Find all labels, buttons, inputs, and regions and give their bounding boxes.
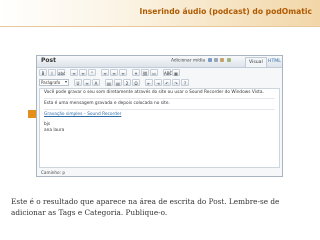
content-paragraph: Você pode gravar o seu som diretamente a… (44, 90, 264, 95)
media-icon[interactable] (226, 58, 231, 62)
paste-text-button[interactable]: ▤ (105, 79, 113, 86)
bullet-marker (28, 110, 36, 118)
audio-link[interactable]: Gravação simples – Sound Recorder (44, 112, 275, 118)
slide-title: Inserindo áudio (podcast) do podOmatic (139, 7, 312, 16)
editor-title: Post (41, 57, 56, 64)
outdent-button[interactable]: ⇤ (145, 79, 153, 86)
audio-icon[interactable] (220, 58, 225, 62)
strikethrough-button[interactable]: abc (57, 69, 65, 76)
toolbar-row-2: Parágrafo U ≡ A ▤ ▤ 2 Ω ⇤ ⇥ ↶ ↷ ? (39, 78, 280, 87)
italic-button[interactable]: I (48, 69, 56, 76)
numbered-list-button[interactable]: ≡ (79, 69, 87, 76)
more-tag-button[interactable]: ▭ (150, 69, 158, 76)
remove-format-button[interactable]: 2 (123, 79, 131, 86)
paragraph-divider (44, 98, 275, 99)
content-paragraph: Esta é uma mensagem gravada e depois col… (44, 101, 170, 106)
image-icon[interactable] (207, 58, 212, 62)
bullet-list-button[interactable]: ≡ (70, 69, 78, 76)
post-content-area[interactable]: Você pode gravar o seu som diretamente a… (39, 88, 280, 168)
special-char-button[interactable]: Ω (132, 79, 140, 86)
tab-html[interactable]: HTML (265, 57, 284, 66)
add-media-bar[interactable]: Adicionar mídia (171, 58, 231, 64)
underline-button[interactable]: U (74, 79, 82, 86)
editor-header: Post Adicionar mídia Visual HTML (37, 56, 282, 68)
align-right-button[interactable]: ≡ (119, 69, 127, 76)
content-paragraph: ana laura (44, 128, 65, 133)
video-icon[interactable] (213, 58, 218, 62)
tab-visual[interactable]: Visual (245, 57, 267, 67)
redo-button[interactable]: ↷ (172, 79, 180, 86)
paste-word-button[interactable]: ▤ (114, 79, 122, 86)
slide-caption: Este é o resultado que aparece na área d… (11, 197, 280, 217)
add-media-label: Adicionar mídia (171, 58, 206, 64)
blockquote-button[interactable]: “ (88, 69, 96, 76)
spellcheck-button[interactable]: ABC (163, 69, 172, 76)
bold-button[interactable]: B (39, 69, 47, 76)
indent-button[interactable]: ⇥ (154, 79, 162, 86)
link-button[interactable]: ⚭ (132, 69, 140, 76)
toolbar-row-1: B I abc ≡ ≡ “ ≡ ≡ ≡ ⚭ ⛓ ▭ ABC ▦ (39, 68, 280, 77)
justify-button[interactable]: ≡ (83, 79, 91, 86)
post-editor: Post Adicionar mídia Visual HTML B I abc… (36, 55, 283, 177)
text-color-button[interactable]: A (92, 79, 100, 86)
align-left-button[interactable]: ≡ (101, 69, 109, 76)
align-center-button[interactable]: ≡ (110, 69, 118, 76)
paragraph-divider (44, 109, 275, 110)
kitchen-sink-button[interactable]: ▦ (172, 69, 180, 76)
help-button[interactable]: ? (181, 79, 189, 86)
slide-header: Inserindo áudio (podcast) do podOmatic (0, 0, 320, 27)
editor-status-path: Caminho: p (41, 170, 66, 175)
format-select[interactable]: Parágrafo (39, 79, 69, 86)
unlink-button[interactable]: ⛓ (141, 69, 149, 76)
undo-button[interactable]: ↶ (163, 79, 171, 86)
